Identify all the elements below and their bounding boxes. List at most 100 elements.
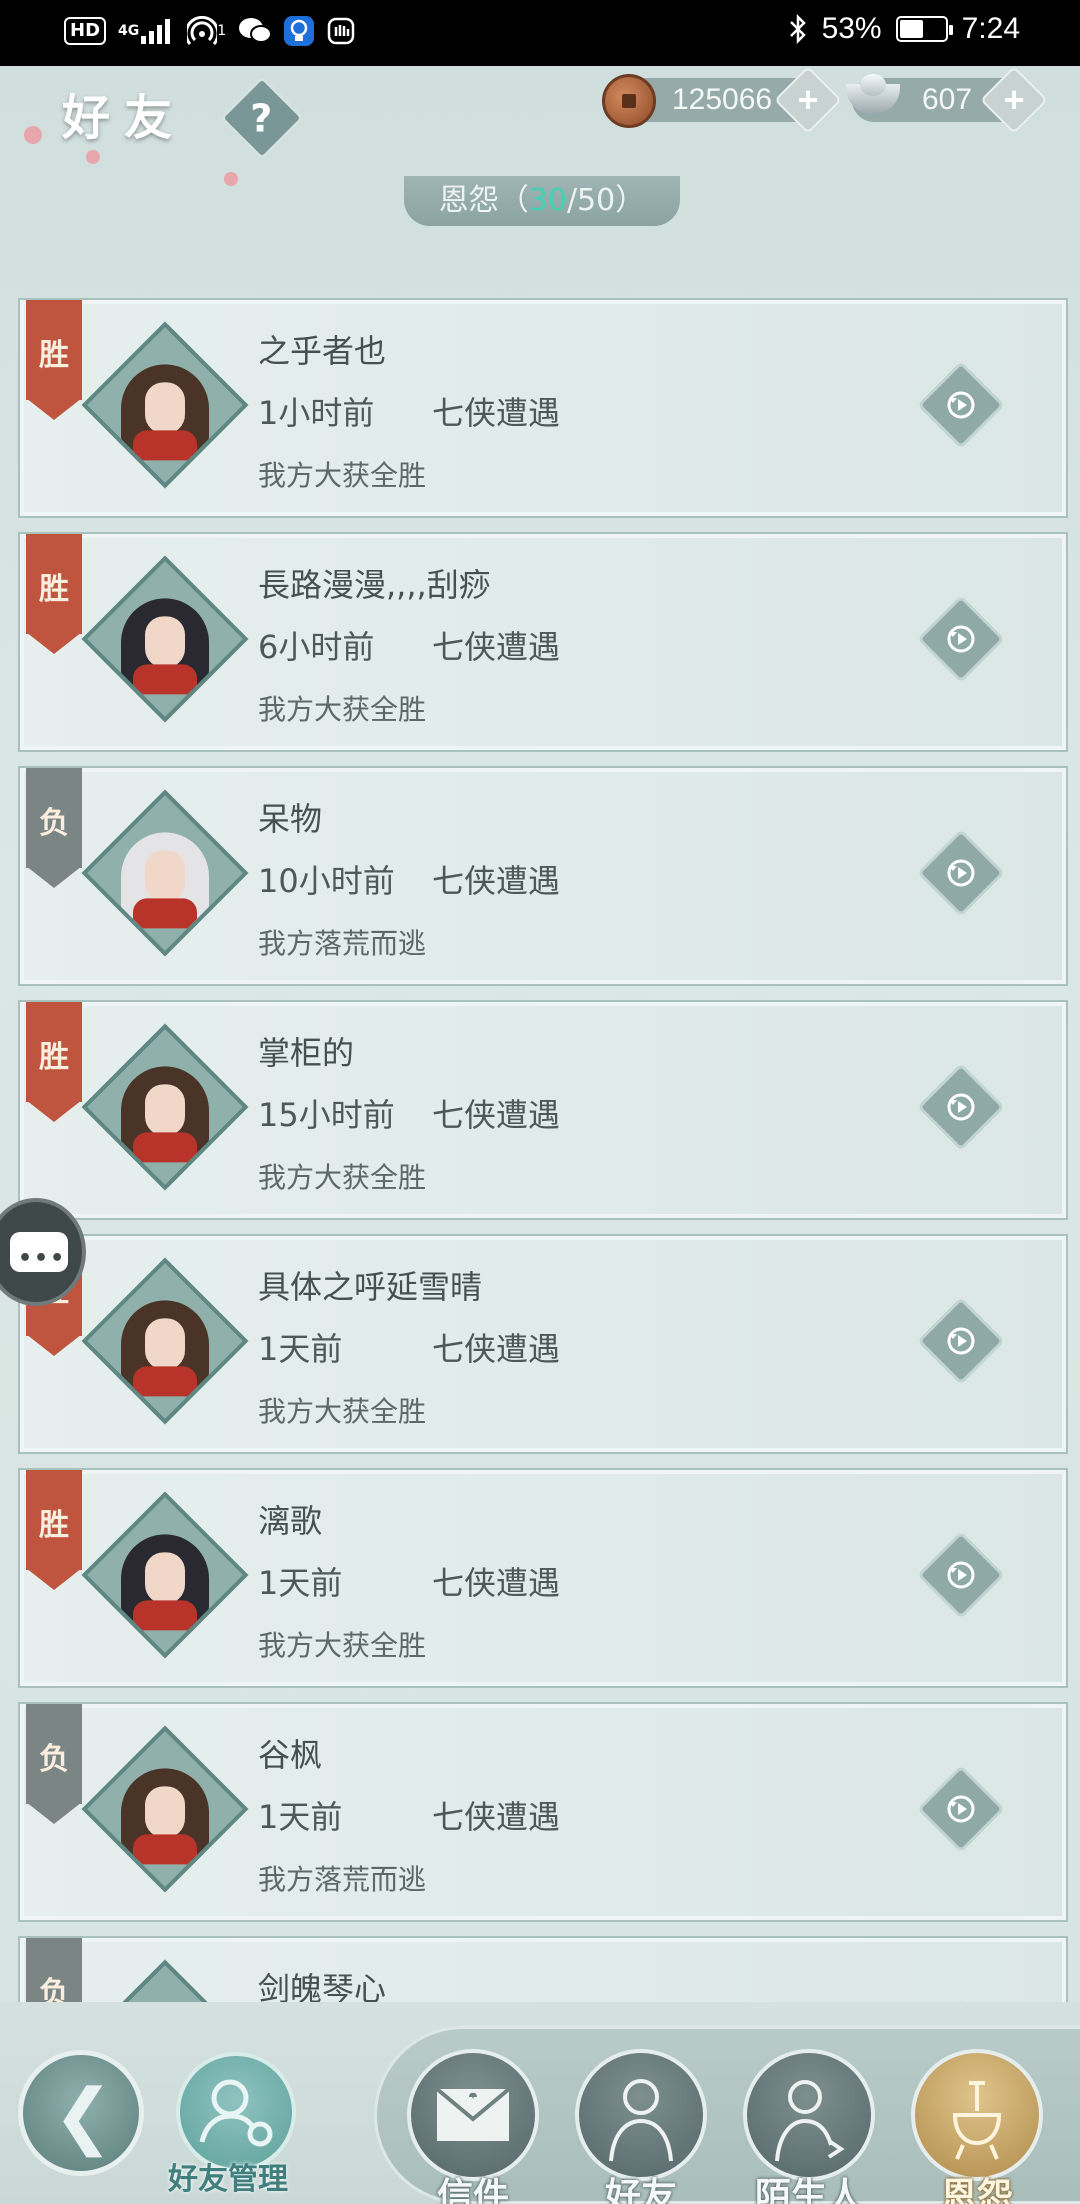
battery-percent: 53% [821, 12, 882, 45]
avatar[interactable] [81, 1491, 249, 1659]
section-paren-close: ） [615, 183, 646, 218]
opponent-name: 漓歌 [258, 1502, 323, 1540]
record-card[interactable]: 负 谷枫 1天前 七侠遭遇 我方落荒而逃 [18, 1702, 1068, 1922]
battle-result: 我方大获全胜 [258, 1395, 427, 1428]
battle-result: 我方大获全胜 [258, 1629, 427, 1662]
signal-4g-icon: 4G [118, 14, 175, 48]
portrait-robe [133, 1132, 197, 1163]
replay-button[interactable] [917, 1063, 1005, 1151]
record-card[interactable]: 胜 長路漫漫,,,,刮痧 6小时前 七侠遭遇 我方大获全胜 [18, 532, 1068, 752]
opponent-name: 谷枫 [258, 1736, 323, 1774]
bluetooth-icon [788, 12, 808, 46]
page-title: 好友 [62, 90, 187, 146]
copper-currency: 125066 + [602, 66, 843, 134]
tab-mail-label: 信件 [436, 2176, 509, 2204]
opponent-name: 具体之呼延雪晴 [258, 1268, 483, 1306]
record-card[interactable]: 胜 掌柜的 15小时前 七侠遭遇 我方大获全胜 [18, 1000, 1068, 1220]
status-right: 53% 7:24 [788, 12, 1020, 46]
result-flag-label: 胜 [39, 572, 69, 607]
help-button[interactable]: ? [219, 75, 305, 161]
opponent-name: 掌柜的 [258, 1034, 355, 1072]
result-flag: 负 [26, 1938, 82, 2002]
tab-grudges[interactable] [911, 2049, 1043, 2181]
battery-fill [899, 20, 923, 38]
result-flag: 负 [26, 1704, 82, 1826]
back-button[interactable]: ❮ [18, 2050, 144, 2176]
tab-mail[interactable] [407, 2049, 539, 2181]
record-time: 1天前 [258, 1330, 343, 1368]
status-left-icons: HD 4G 1 [64, 14, 356, 48]
character-portrait [120, 1768, 209, 1865]
flag-tail [26, 1802, 82, 1824]
portrait-robe [133, 430, 197, 461]
avatar[interactable] [81, 1023, 249, 1191]
portrait-face [145, 1552, 185, 1605]
silver-currency: 607 + [846, 66, 1049, 134]
section-title: 恩怨（30/50） [404, 176, 680, 226]
avatar[interactable] [81, 1959, 249, 2002]
plus-icon: + [1003, 79, 1025, 120]
replay-button[interactable] [917, 361, 1005, 449]
battle-result: 我方大获全胜 [258, 459, 427, 492]
grudge-record-list[interactable]: 胜 之乎者也 1小时前 七侠遭遇 我方大获全胜 胜 長路漫漫,,,,刮痧 6小时… [18, 298, 1068, 2002]
opponent-name: 剑魄琴心 [258, 1970, 387, 2002]
character-portrait [120, 364, 209, 461]
avatar[interactable] [81, 555, 249, 723]
record-time: 1天前 [258, 1564, 343, 1602]
avatar[interactable] [81, 789, 249, 957]
portrait-face [145, 1084, 185, 1137]
replay-button[interactable] [917, 595, 1005, 683]
portrait-robe [133, 898, 197, 929]
replay-button[interactable] [917, 829, 1005, 917]
portrait-face [145, 850, 185, 903]
battle-result: 我方落荒而逃 [258, 1863, 427, 1896]
battle-mode: 七侠遭遇 [432, 862, 561, 900]
wechat-icon [238, 14, 273, 48]
avatar[interactable] [81, 321, 249, 489]
record-card[interactable]: 负 呆物 10小时前 七侠遭遇 我方落荒而逃 [18, 766, 1068, 986]
replay-button[interactable] [917, 1765, 1005, 1853]
character-portrait [120, 1534, 209, 1631]
result-flag: 负 [26, 768, 82, 890]
copper-pill: 125066 + [602, 66, 843, 134]
replay-icon [947, 1093, 975, 1121]
portrait-robe [133, 664, 197, 695]
flag-tail [26, 1568, 82, 1590]
section-label: 恩怨 [438, 183, 499, 218]
record-card[interactable]: 胜 之乎者也 1小时前 七侠遭遇 我方大获全胜 [18, 298, 1068, 518]
status-bar: HD 4G 1 53% 7:24 [0, 0, 1080, 66]
battle-mode: 七侠遭遇 [432, 628, 561, 666]
copper-amount: 125066 [672, 83, 773, 116]
portrait-face [145, 1318, 185, 1371]
friend-manage-label: 好友管理 [168, 2162, 288, 2197]
copper-coin-icon [602, 74, 656, 128]
flag-tail [26, 632, 82, 654]
portrait-face [145, 616, 185, 669]
avatar[interactable] [81, 1257, 249, 1425]
record-card[interactable]: 胜 漓歌 1天前 七侠遭遇 我方大获全胜 [18, 1468, 1068, 1688]
portrait-robe [133, 1600, 197, 1631]
replay-icon [947, 859, 975, 887]
battle-mode: 七侠遭遇 [432, 1798, 561, 1836]
portrait-robe [133, 1834, 197, 1865]
flag-tail [26, 398, 82, 420]
portrait-robe [133, 1366, 197, 1397]
replay-button[interactable] [917, 1297, 1005, 1385]
add-silver-button[interactable]: + [980, 66, 1049, 134]
flag-tail [26, 1100, 82, 1122]
flag-tail [26, 1334, 82, 1356]
avatar[interactable] [81, 1725, 249, 1893]
replay-icon [947, 1795, 975, 1823]
battle-mode: 七侠遭遇 [432, 394, 561, 432]
record-card[interactable]: 负 剑魄琴心 [18, 1936, 1068, 2002]
tab-strangers[interactable] [743, 2049, 875, 2181]
add-copper-button[interactable]: + [774, 66, 843, 134]
hd-icon: HD [64, 17, 107, 45]
result-flag: 胜 [26, 534, 82, 656]
opponent-name: 之乎者也 [258, 332, 387, 370]
record-time: 10小时前 [258, 862, 395, 900]
replay-button[interactable] [917, 1531, 1005, 1619]
replay-icon [947, 391, 975, 419]
tab-friends[interactable] [575, 2049, 707, 2181]
record-card[interactable]: 胜 具体之呼延雪晴 1天前 七侠遭遇 我方大获全胜 [18, 1234, 1068, 1454]
